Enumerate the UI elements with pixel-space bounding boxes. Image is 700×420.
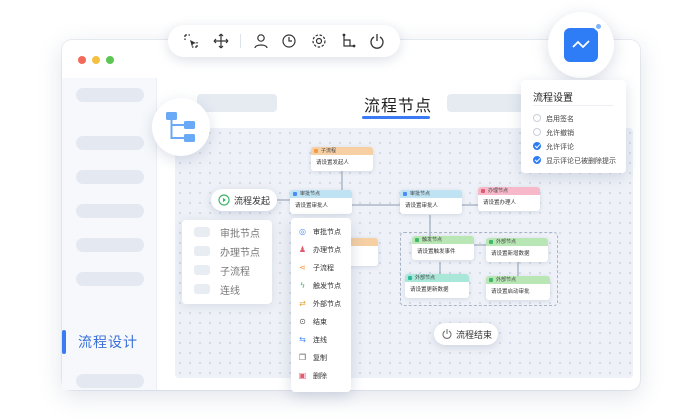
link-icon: ⇆ — [299, 335, 306, 344]
user-icon: ◎ — [299, 227, 306, 236]
option-label: 允许撤销 — [546, 129, 574, 137]
select-icon[interactable] — [182, 32, 200, 50]
checkbox-show-deleted-hint[interactable] — [533, 156, 541, 164]
hierarchy-badge[interactable] — [152, 98, 210, 156]
checkbox-enable-signature[interactable] — [533, 114, 541, 122]
node-header: 外部节点 — [415, 275, 436, 281]
menu-item-link[interactable]: 连线 — [313, 335, 327, 345]
trend-line-icon — [572, 40, 590, 49]
stamp-icon: ♟ — [298, 245, 307, 254]
node-approval[interactable]: 审批节点 请设置审批人 — [290, 190, 352, 214]
power-icon — [442, 329, 452, 339]
node-type-item[interactable]: 审批节点 — [220, 225, 260, 240]
checkbox-allow-revoke[interactable] — [533, 128, 541, 136]
node-header: 审批节点 — [300, 191, 321, 197]
user-icon[interactable] — [252, 32, 270, 50]
menu-item-copy[interactable]: 复制 — [313, 353, 327, 363]
node-type-swatch — [194, 284, 210, 294]
gear-icon[interactable] — [310, 32, 328, 50]
option-label: 允许评论 — [546, 143, 574, 151]
option-label: 启用签名 — [546, 115, 574, 123]
node-external[interactable]: 外部节点 请设置新增数据 — [486, 238, 548, 262]
node-body: 请设置审批人 — [405, 203, 439, 209]
timer-icon[interactable] — [280, 32, 298, 50]
node-header: 审批节点 — [410, 191, 431, 197]
menu-item-subprocess[interactable]: 子流程 — [313, 263, 334, 273]
toolbar-divider — [240, 34, 241, 48]
node-type-list: 审批节点 办理节点 子流程 连线 — [182, 220, 272, 304]
flow-start-button[interactable]: 流程发起 — [211, 189, 277, 211]
divider — [533, 105, 614, 106]
option-label: 显示评论已被删除提示 — [546, 157, 616, 165]
swap-icon: ⇄ — [299, 299, 306, 308]
floating-toolbar — [168, 25, 400, 57]
node-type-swatch — [194, 265, 210, 275]
share-icon: ⋖ — [299, 263, 306, 272]
node-body: 请设置办理人 — [483, 200, 517, 206]
chart-tile — [564, 28, 598, 62]
chart-shortcut-button[interactable] — [548, 12, 614, 78]
node-header: 外部节点 — [496, 277, 517, 283]
node-handle[interactable]: 办理节点 请设置办理人 — [478, 187, 540, 211]
node-header: 外部节点 — [496, 239, 517, 245]
node-type-item[interactable]: 连线 — [220, 282, 240, 297]
menu-item-end[interactable]: 结束 — [313, 317, 327, 327]
end-label: 流程结束 — [456, 331, 493, 341]
play-icon — [218, 194, 230, 206]
flow-settings-panel: 流程设置 启用签名 允许撤销 允许评论 显示评论已被删除提示 — [521, 80, 626, 173]
node-body: 请设置启动审批 — [491, 289, 530, 295]
node-trigger[interactable]: 触发节点 请设置触发事件 — [412, 236, 474, 260]
branch-icon[interactable] — [340, 32, 358, 50]
menu-item-trigger[interactable]: 触发节点 — [313, 281, 341, 291]
menu-item-handle[interactable]: 办理节点 — [313, 245, 341, 255]
hierarchy-icon — [166, 112, 195, 142]
node-approval[interactable]: 审批节点 请设置审批人 — [400, 190, 462, 214]
menu-item-external[interactable]: 外部节点 — [313, 299, 341, 309]
node-type-item[interactable]: 办理节点 — [220, 244, 260, 259]
stop-icon: ⊙ — [299, 317, 306, 326]
node-body: 请设置审批人 — [295, 203, 329, 209]
lightning-icon: ϟ — [299, 281, 306, 290]
node-type-item[interactable]: 子流程 — [220, 263, 250, 278]
settings-title: 流程设置 — [533, 93, 573, 104]
node-context-menu: ◎ 审批节点 ♟ 办理节点 ⋖ 子流程 ϟ 触发节点 ⇄ 外部节点 ⊙ 结束 ⇆… — [291, 218, 351, 392]
checkbox-allow-comment[interactable] — [533, 142, 541, 150]
node-header: 子流程 — [321, 148, 337, 154]
menu-item-delete[interactable]: 删除 — [313, 371, 327, 381]
node-type-swatch — [194, 246, 210, 256]
flow-end-button[interactable]: 流程结束 — [434, 323, 498, 345]
node-body: 请设置新增数据 — [491, 251, 530, 257]
start-label: 流程发起 — [234, 197, 271, 207]
power-icon[interactable] — [368, 32, 386, 50]
node-body: 请设置更新数据 — [410, 287, 449, 293]
notification-dot — [594, 22, 603, 31]
move-icon[interactable] — [212, 32, 230, 50]
node-header: 触发节点 — [422, 237, 443, 243]
node-subprocess[interactable]: 子流程 请设置发起人 — [311, 147, 373, 171]
node-header: 办理节点 — [488, 188, 509, 194]
trash-icon: ▣ — [298, 371, 307, 380]
node-external[interactable]: 外部节点 请设置更新数据 — [405, 274, 469, 298]
node-type-swatch — [194, 227, 210, 237]
node-external[interactable]: 外部节点 请设置启动审批 — [486, 276, 550, 300]
node-body: 请设置触发事件 — [417, 249, 456, 255]
copy-icon: ❐ — [298, 353, 307, 362]
menu-item-approval[interactable]: 审批节点 — [313, 227, 341, 237]
node-body: 请设置发起人 — [316, 160, 350, 166]
